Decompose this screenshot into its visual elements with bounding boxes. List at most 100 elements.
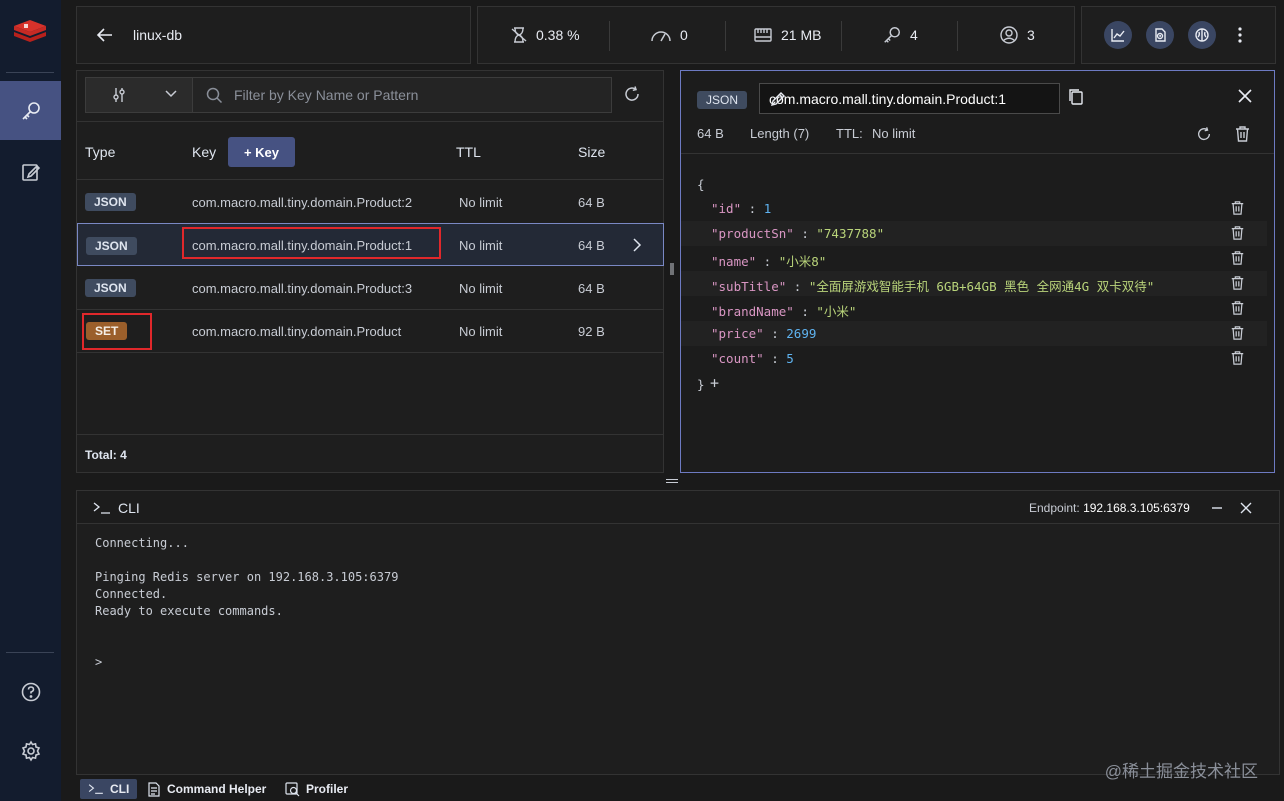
insights-button[interactable] — [1188, 21, 1216, 49]
terminal-icon — [93, 501, 111, 515]
stat-divider — [957, 21, 958, 51]
tab-command-helper[interactable]: Command Helper — [147, 779, 266, 799]
table-row[interactable]: SET com.macro.mall.tiny.domain.Product N… — [77, 310, 663, 353]
trash-icon[interactable] — [1230, 250, 1245, 266]
tab-command-helper-label: Command Helper — [167, 782, 267, 796]
edit-icon — [20, 161, 42, 183]
help-icon — [20, 681, 42, 703]
close-icon[interactable] — [1237, 88, 1253, 104]
key-details-panel: JSON com.macro.mall.tiny.domain.Product:… — [680, 70, 1275, 473]
detail-divider — [681, 153, 1274, 154]
trash-icon[interactable] — [1230, 275, 1245, 291]
column-key: Key — [192, 144, 217, 160]
json-field-row[interactable]: "count" : 5 — [681, 346, 1267, 371]
key-size: 64 B — [578, 281, 605, 296]
tab-cli-label: CLI — [110, 782, 130, 796]
cpu-stat: 0.38 % — [510, 7, 580, 63]
json-key: "name" — [711, 254, 757, 269]
chart-icon — [1110, 27, 1126, 43]
bottom-toolbar: CLI Command Helper Profiler — [76, 776, 1284, 801]
copy-icon[interactable] — [1068, 88, 1084, 106]
nav-divider — [6, 72, 54, 73]
close-icon[interactable] — [1240, 502, 1252, 514]
json-key: "brandName" — [711, 304, 794, 319]
stat-divider — [609, 21, 610, 51]
json-field-row[interactable]: "brandName" : "小米" — [681, 296, 1267, 321]
json-open-brace: { — [697, 177, 705, 192]
minimize-icon[interactable] — [1211, 506, 1223, 510]
key-type-filter-dropdown[interactable] — [86, 78, 193, 112]
nav-settings-button[interactable] — [0, 721, 61, 780]
hourglass-icon — [510, 26, 528, 44]
brain-icon — [1194, 27, 1210, 43]
refresh-icon[interactable] — [623, 85, 641, 103]
key-ttl: No limit — [459, 195, 503, 210]
back-arrow-icon[interactable] — [95, 25, 115, 45]
key-name-field[interactable]: com.macro.mall.tiny.domain.Product:1 — [759, 83, 1060, 114]
cli-panel: CLI Endpoint: 192.168.3.105:6379 Connect… — [76, 490, 1280, 775]
endpoint-info: Endpoint: 192.168.3.105:6379 — [1029, 501, 1190, 515]
json-field-row[interactable]: "price" : 2699 — [681, 321, 1267, 346]
key-name: com.macro.mall.tiny.domain.Product:3 — [192, 281, 413, 296]
column-size: Size — [578, 144, 606, 160]
detail-ttl-label: TTL: — [836, 126, 863, 141]
add-key-button[interactable]: + Key — [228, 137, 295, 167]
database-name: linux-db — [133, 27, 183, 43]
key-icon — [20, 100, 42, 122]
cli-prompt[interactable]: > — [95, 655, 102, 669]
json-value: 5 — [786, 351, 794, 366]
trash-icon[interactable] — [1234, 125, 1251, 143]
nav-help-button[interactable] — [0, 662, 61, 721]
tab-profiler[interactable]: Profiler — [285, 779, 348, 799]
keys-stat: 4 — [882, 7, 918, 63]
refresh-icon[interactable] — [1196, 126, 1212, 142]
trash-icon[interactable] — [1230, 325, 1245, 341]
document-clock-icon — [1152, 27, 1168, 43]
table-row[interactable]: JSON com.macro.mall.tiny.domain.Product:… — [77, 181, 663, 224]
json-field-row[interactable]: "name" : "小米8" — [681, 246, 1267, 271]
add-field-button[interactable]: + — [710, 374, 719, 392]
detail-ttl-value: No limit — [872, 126, 916, 141]
json-key: "productSn" — [711, 226, 794, 241]
json-field-row[interactable]: "productSn" : "7437788" — [681, 221, 1267, 246]
trash-icon[interactable] — [1230, 350, 1245, 366]
terminal-icon — [88, 783, 104, 795]
trash-icon[interactable] — [1230, 200, 1245, 216]
type-badge: JSON — [85, 279, 136, 297]
nav-browser-button[interactable] — [0, 81, 61, 140]
key-filter-input[interactable]: Filter by Key Name or Pattern — [194, 78, 611, 112]
column-type: Type — [85, 144, 116, 160]
chevron-right-icon — [632, 237, 642, 253]
cli-output-line: Pinging Redis server on 192.168.3.105:63… — [95, 570, 399, 584]
stat-divider — [841, 21, 842, 51]
total-count: Total: 4 — [85, 448, 127, 462]
cli-output-line: Ready to execute commands. — [95, 604, 283, 618]
more-options-icon[interactable] — [1237, 25, 1243, 45]
pencil-icon[interactable] — [769, 90, 1019, 108]
horizontal-resize-handle[interactable] — [666, 478, 678, 484]
column-ttl: TTL — [456, 144, 481, 160]
json-value: "全面屏游戏智能手机 6GB+64GB 黑色 全网通4G 双卡双待" — [808, 279, 1155, 294]
tab-cli[interactable]: CLI — [80, 779, 138, 799]
json-field-row[interactable]: "subTitle" : "全面屏游戏智能手机 6GB+64GB 黑色 全网通4… — [681, 271, 1267, 296]
key-list-header: Type Key + Key TTL Size — [77, 121, 663, 180]
clients-stat: 3 — [999, 7, 1035, 63]
highlight-box — [82, 313, 152, 350]
json-field-row[interactable]: "id" : 1 — [681, 196, 1267, 221]
trash-icon[interactable] — [1230, 300, 1245, 316]
table-row[interactable]: JSON com.macro.mall.tiny.domain.Product:… — [77, 267, 663, 310]
key-icon — [882, 25, 902, 45]
json-key: "count" — [711, 351, 764, 366]
watermark-text: @稀土掘金技术社区 — [1104, 762, 1258, 781]
cli-header: CLI Endpoint: 192.168.3.105:6379 — [77, 491, 1279, 524]
redis-logo-icon — [12, 16, 48, 48]
analysis-button[interactable] — [1104, 21, 1132, 49]
trash-icon[interactable] — [1230, 225, 1245, 241]
json-value: "7437788" — [816, 226, 885, 241]
nav-workbench-button[interactable] — [0, 142, 61, 201]
header-tools — [1081, 6, 1276, 64]
filter-bar: Filter by Key Name or Pattern — [85, 77, 612, 113]
key-name: com.macro.mall.tiny.domain.Product:2 — [192, 195, 413, 210]
vertical-resize-handle[interactable] — [670, 262, 674, 276]
slowlog-button[interactable] — [1146, 21, 1174, 49]
